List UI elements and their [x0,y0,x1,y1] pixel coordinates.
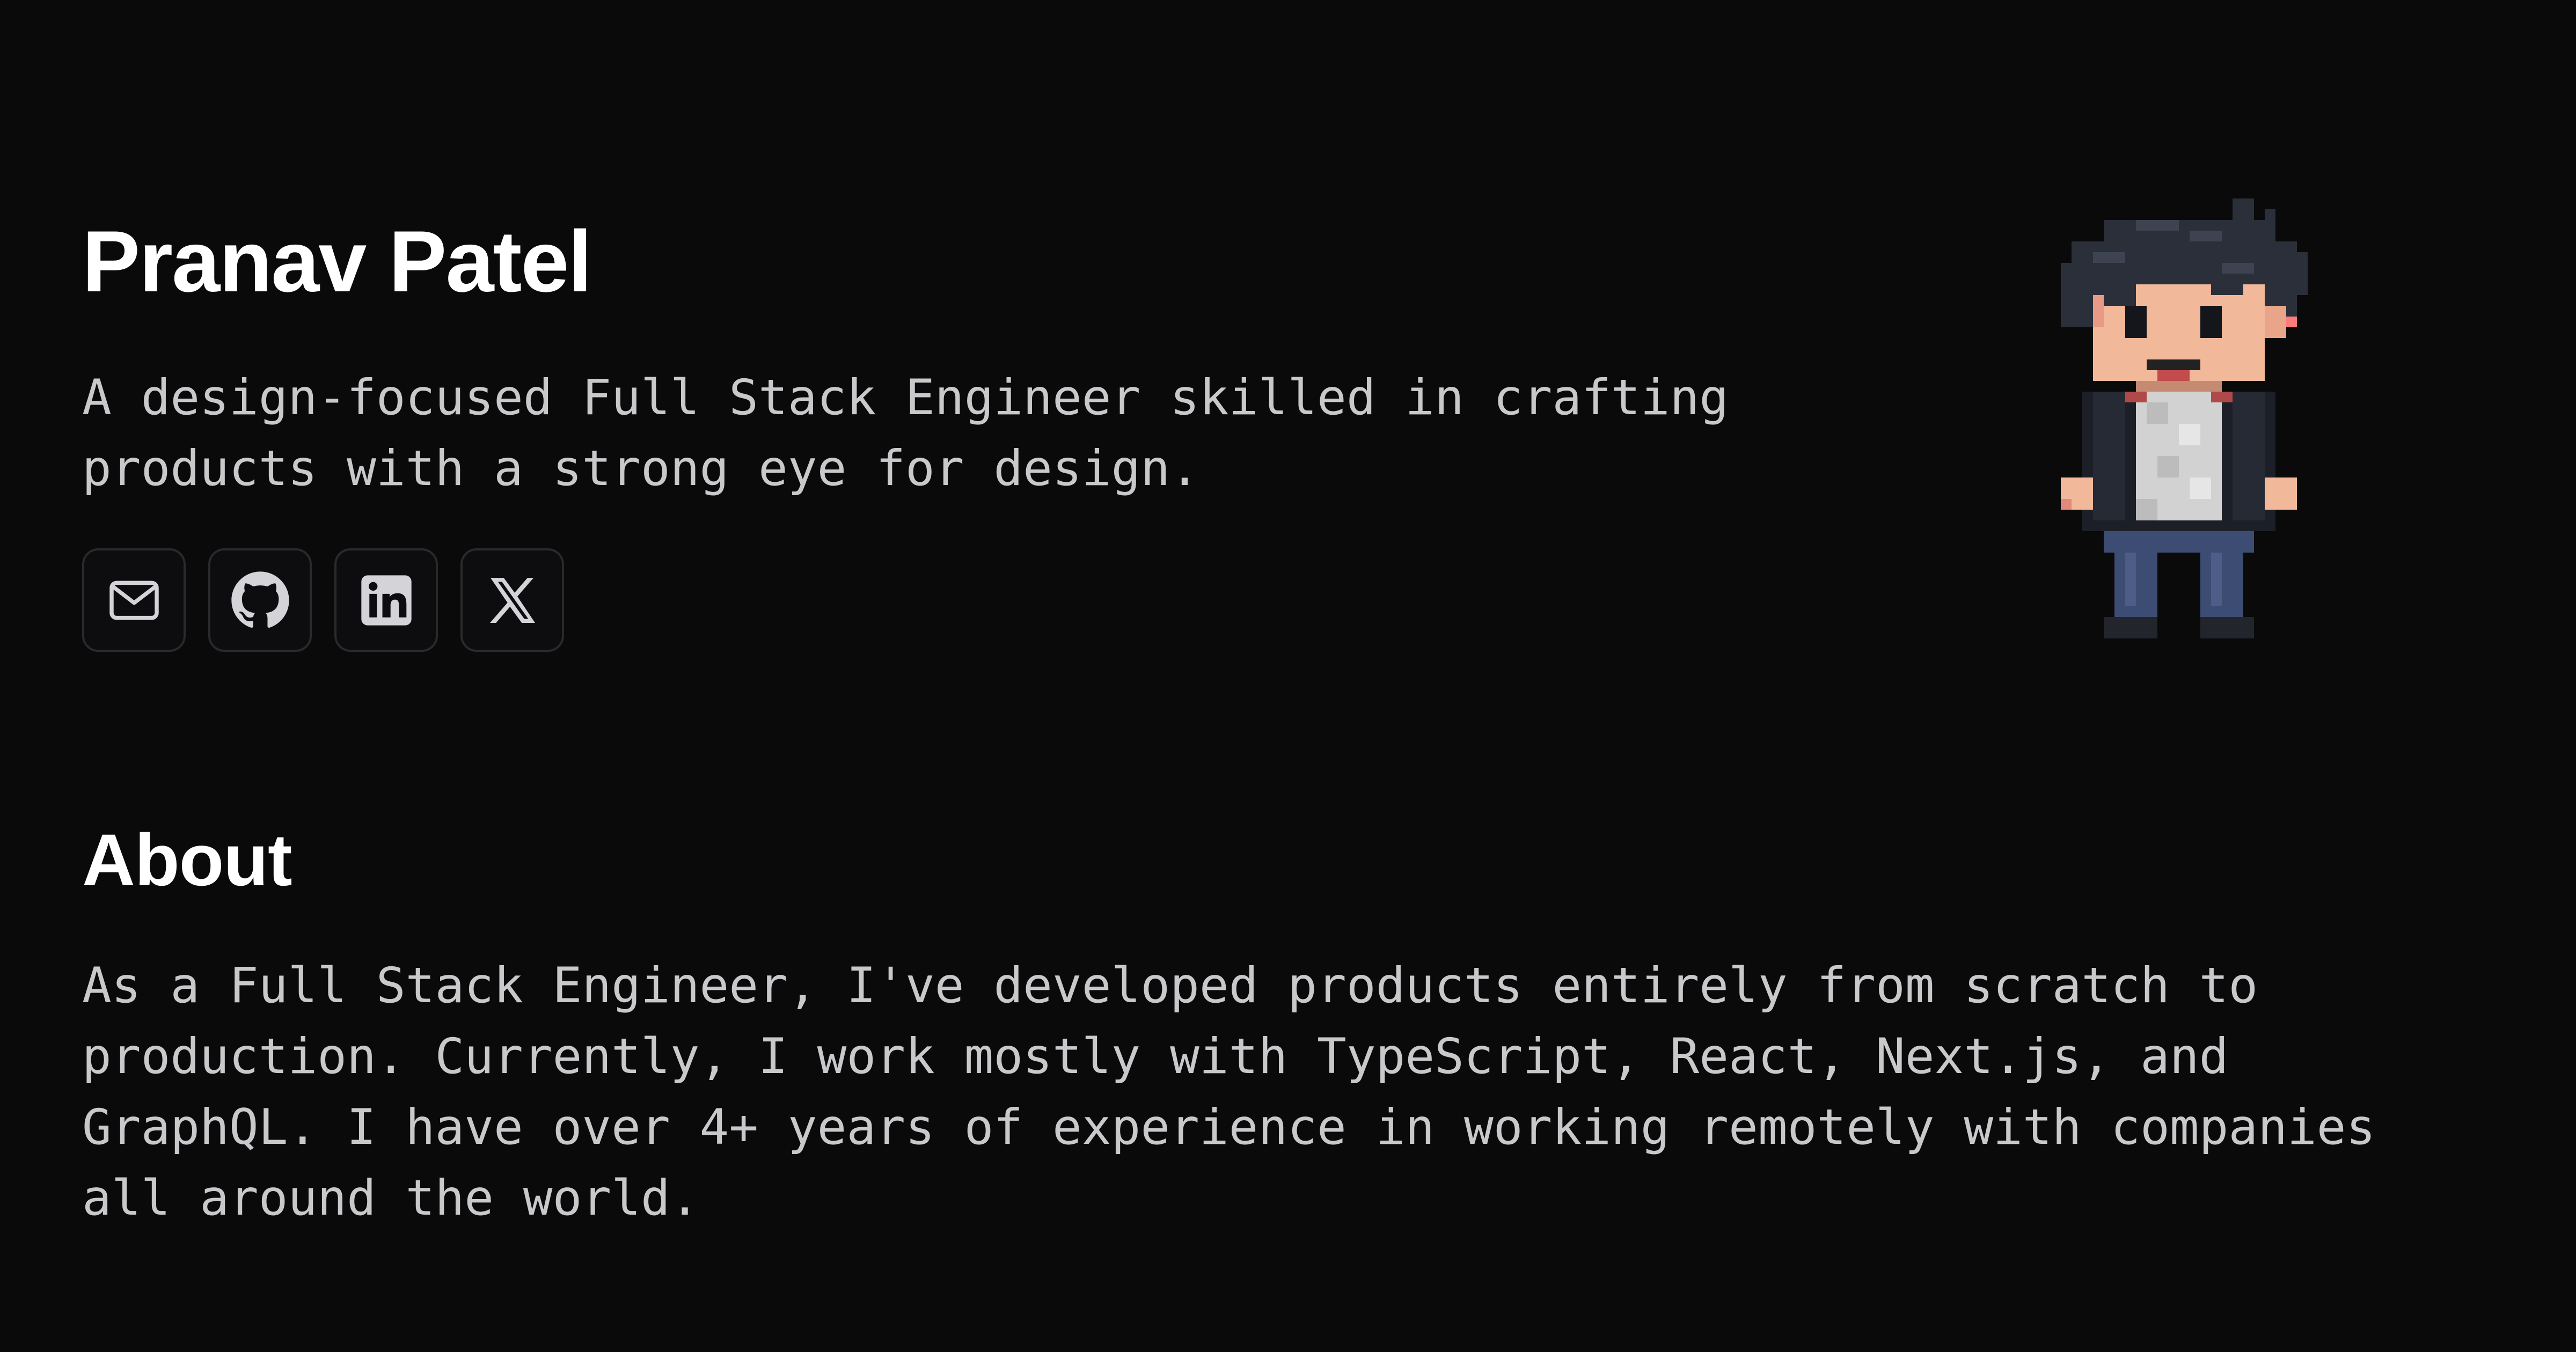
social-links [82,548,564,652]
about-heading: About [82,819,292,901]
page-title: Pranav Patel [82,213,592,310]
linkedin-button[interactable] [334,548,438,652]
x-icon [489,577,535,623]
about-paragraph: As a Full Stack Engineer, I've developed… [82,958,2376,1226]
linkedin-icon [361,575,412,626]
tagline: A design-focused Full Stack Engineer ski… [82,370,1729,497]
x-twitter-button[interactable] [460,548,564,652]
email-button[interactable] [82,548,186,652]
mail-icon [109,581,159,620]
github-button[interactable] [208,548,312,652]
pixel-avatar-image [2061,199,2308,638]
github-icon [231,571,289,628]
